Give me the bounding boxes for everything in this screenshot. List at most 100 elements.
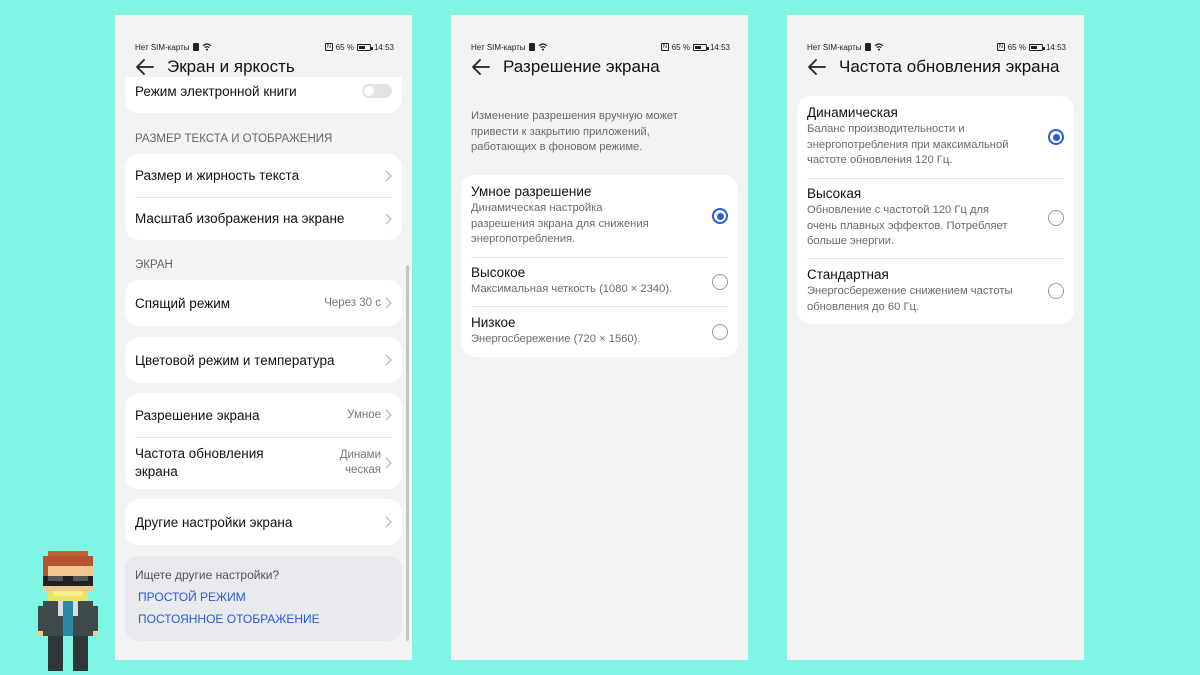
chevron-right-icon (385, 213, 392, 224)
option-desc: Обновление с частотой 120 Гц для очень п… (807, 204, 1008, 248)
ebook-mode-card: Режим электронной книги (125, 77, 402, 113)
resolution-label: Разрешение экрана (135, 407, 260, 423)
other-settings-row[interactable]: Другие настройки экрана (125, 499, 402, 545)
radio-unselected[interactable] (1048, 210, 1064, 226)
option-title: Высокое (471, 265, 526, 281)
sleep-card: Спящий режим Через 30 с (125, 280, 402, 326)
option-smart-resolution[interactable]: Умное разрешение Динамическая настройка … (461, 175, 738, 257)
section-screen: ЭКРАН (135, 259, 173, 271)
option-desc: Энергосбережение (720 × 1560). (471, 333, 641, 346)
refresh-rate-value: Динами ческая (339, 449, 381, 476)
option-title: Стандартная (807, 267, 889, 282)
back-arrow-icon[interactable] (133, 55, 157, 79)
suggestions-prompt: Ищете другие настройки? (135, 568, 280, 582)
other-settings-label: Другие настройки экрана (135, 514, 293, 530)
nfc-icon: N (324, 43, 333, 51)
status-bar: Нет SIM-карты N 65 % 14:53 (135, 41, 394, 53)
option-title: Умное разрешение (471, 184, 592, 200)
option-title: Динамическая (807, 105, 898, 121)
battery-percent: 65 % (671, 42, 690, 52)
page-title: Разрешение экрана (503, 57, 660, 76)
chevron-right-icon (385, 354, 392, 366)
clock: 14:53 (373, 42, 394, 52)
sim-icon (864, 43, 871, 51)
battery-icon (1028, 43, 1045, 51)
page-title: Экран и яркость (167, 57, 295, 76)
suggestions-card: Ищете другие настройки? ПРОСТОЙ РЕЖИМ ПО… (125, 556, 402, 641)
resolution-options-card: Умное разрешение Динамическая настройка … (461, 175, 738, 357)
wifi-icon (538, 43, 547, 51)
radio-unselected[interactable] (712, 273, 728, 290)
option-high[interactable]: Высокое Максимальная четкость (1080 × 23… (461, 257, 738, 306)
pixel-avatar-icon (38, 551, 98, 671)
refresh-rate-row[interactable]: Частота обновления экрана Динами ческая (125, 437, 402, 489)
sleep-row[interactable]: Спящий режим Через 30 с (125, 280, 402, 326)
chevron-right-icon (385, 297, 392, 309)
resolution-value: Умное (347, 409, 381, 421)
display-scale-label: Масштаб изображения на экране (135, 211, 345, 226)
sim-status: Нет SIM-карты (471, 42, 526, 52)
option-title: Высокая (807, 186, 862, 202)
scrollbar[interactable] (406, 265, 409, 641)
status-bar: Нет SIM-карты N 65 % 14:53 (471, 41, 730, 53)
ebook-mode-toggle[interactable] (362, 84, 392, 98)
screen-display-brightness: Нет SIM-карты N 65 % 14:53 Экран и яркос… (115, 15, 412, 660)
page-header: Частота обновления экрана (805, 55, 1074, 79)
nfc-icon: N (660, 43, 669, 51)
option-dynamic[interactable]: Динамическая Баланс производительности и… (797, 96, 1074, 178)
resolution-refresh-card: Разрешение экрана Умное Частота обновлен… (125, 393, 402, 489)
sleep-value: Через 30 с (324, 297, 381, 309)
option-high-rate[interactable]: Высокая Обновление с частотой 120 Гц для… (797, 178, 1074, 258)
clock: 14:53 (709, 42, 730, 52)
nfc-icon: N (996, 43, 1005, 51)
page-header: Экран и яркость (133, 55, 402, 79)
ebook-mode-label: Режим электронной книги (135, 84, 297, 99)
option-low[interactable]: Низкое Энергосбережение (720 × 1560). (461, 306, 738, 357)
wifi-icon (874, 43, 883, 51)
option-desc: Баланс производительности и энергопотреб… (807, 123, 1009, 167)
text-size-row[interactable]: Размер и жирность текста (125, 154, 402, 197)
chevron-right-icon (385, 409, 392, 421)
section-text-size: РАЗМЕР ТЕКСТА И ОТОБРАЖЕНИЯ (135, 133, 333, 145)
chevron-right-icon (385, 457, 392, 469)
text-size-label: Размер и жирность текста (135, 168, 300, 183)
resolution-note: Изменение разрешения вручную может приве… (471, 110, 678, 153)
battery-icon (356, 43, 373, 51)
color-mode-row[interactable]: Цветовой режим и температура (125, 337, 402, 383)
color-mode-label: Цветовой режим и температура (135, 352, 335, 368)
battery-percent: 65 % (335, 42, 354, 52)
sim-status: Нет SIM-карты (807, 42, 862, 52)
radio-unselected[interactable] (1048, 283, 1064, 299)
screen-resolution: Нет SIM-карты N 65 % 14:53 Разрешение эк… (451, 15, 748, 660)
resolution-row[interactable]: Разрешение экрана Умное (125, 393, 402, 437)
refresh-options-card: Динамическая Баланс производительности и… (797, 96, 1074, 324)
display-scale-row[interactable]: Масштаб изображения на экране (125, 197, 402, 240)
option-desc: Динамическая настройка разрешения экрана… (471, 202, 649, 246)
back-arrow-icon[interactable] (805, 55, 829, 79)
sim-status: Нет SIM-карты (135, 42, 190, 52)
radio-selected[interactable] (1048, 129, 1064, 145)
page-header: Разрешение экрана (469, 55, 738, 79)
refresh-rate-label: Частота обновления экрана (135, 446, 264, 479)
sleep-label: Спящий режим (135, 295, 231, 311)
wifi-icon (202, 43, 211, 51)
always-on-display-link[interactable]: ПОСТОЯННОЕ ОТОБРАЖЕНИЕ (138, 612, 392, 626)
status-bar: Нет SIM-карты N 65 % 14:53 (807, 41, 1066, 53)
option-title: Низкое (471, 315, 516, 331)
simple-mode-link[interactable]: ПРОСТОЙ РЕЖИМ (138, 590, 392, 604)
chevron-right-icon (385, 170, 392, 181)
option-standard[interactable]: Стандартная Энергосбережение снижением ч… (797, 258, 1074, 324)
option-desc: Максимальная четкость (1080 × 2340). (471, 283, 673, 296)
page-title: Частота обновления экрана (839, 57, 1060, 76)
sim-icon (192, 43, 199, 51)
radio-selected[interactable] (712, 208, 728, 224)
sim-icon (528, 43, 535, 51)
clock: 14:53 (1045, 42, 1066, 52)
option-desc: Энергосбережение снижением частоты обнов… (807, 285, 1013, 313)
back-arrow-icon[interactable] (469, 55, 493, 79)
other-settings-card: Другие настройки экрана (125, 499, 402, 545)
text-settings-card: Размер и жирность текста Масштаб изображ… (125, 154, 402, 240)
battery-percent: 65 % (1007, 42, 1026, 52)
radio-unselected[interactable] (712, 323, 728, 340)
ebook-mode-row[interactable]: Режим электронной книги (125, 77, 402, 113)
